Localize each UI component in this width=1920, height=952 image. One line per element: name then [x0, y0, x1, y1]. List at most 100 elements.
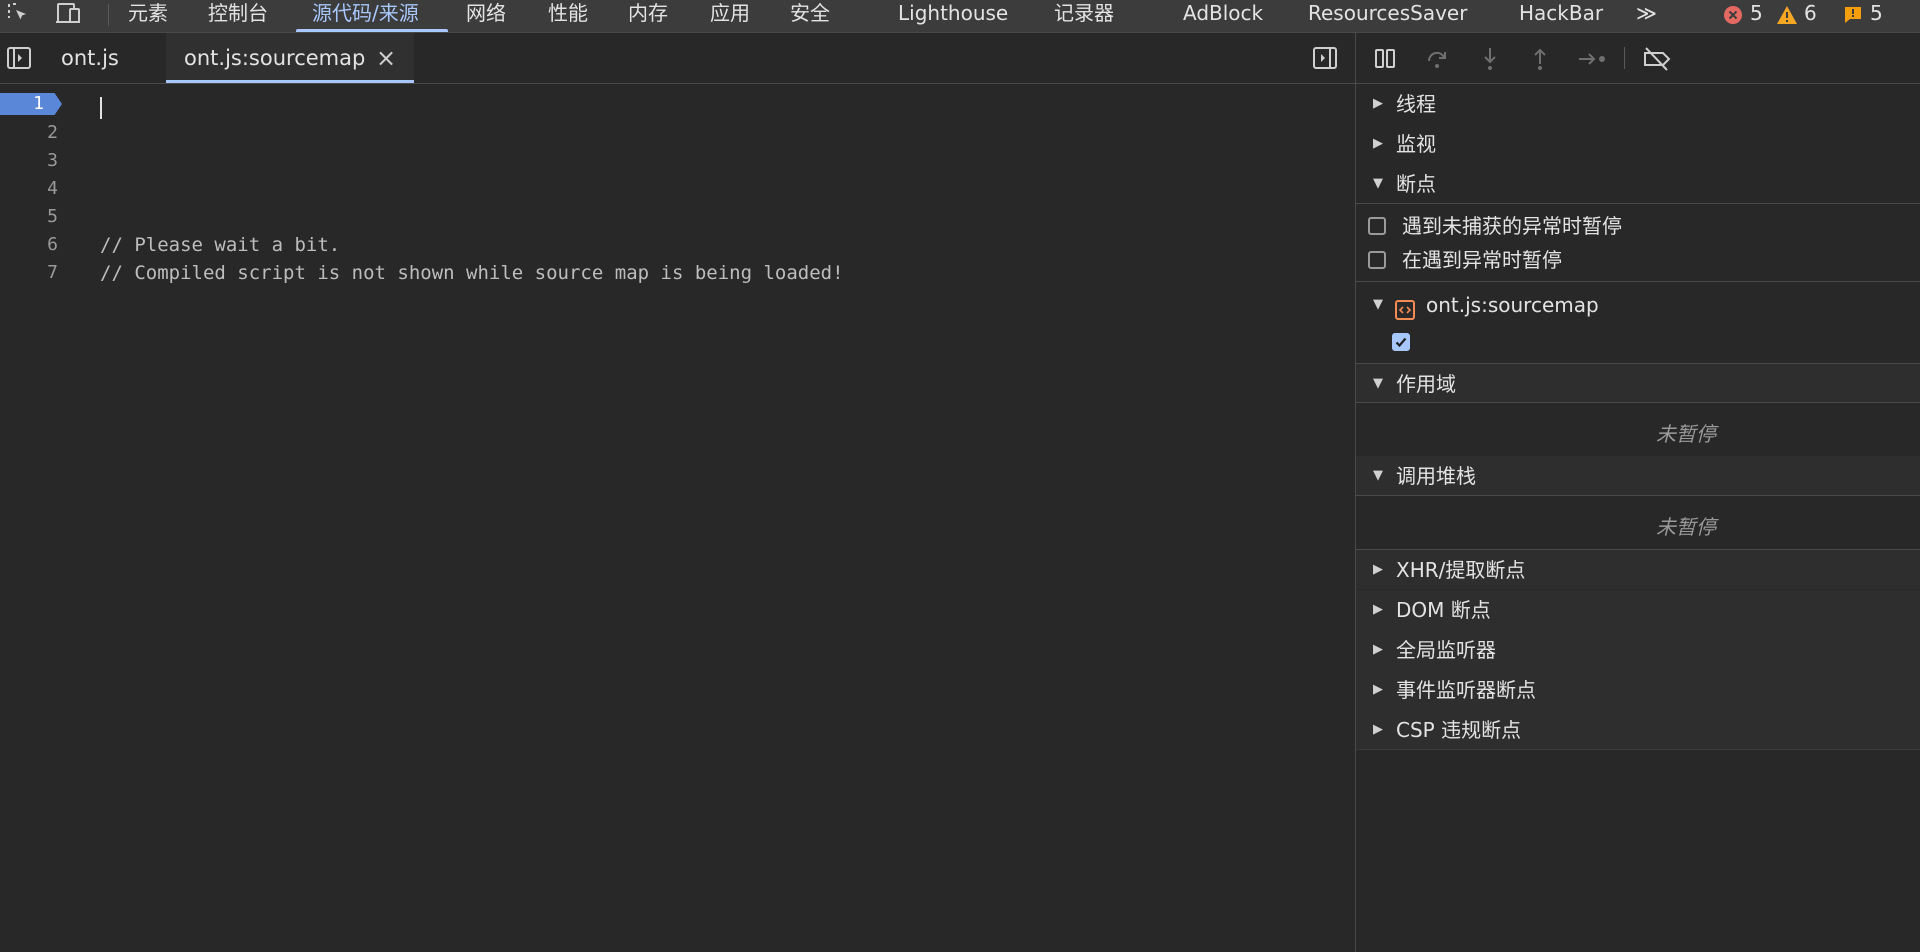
section-title: XHR/提取断点	[1396, 558, 1526, 582]
tab-network[interactable]: 网络	[466, 0, 506, 32]
pause-caught-checkbox[interactable]	[1368, 251, 1386, 269]
section-threads[interactable]: ▶ 线程	[1356, 84, 1920, 124]
issue-count-badge[interactable]: 5	[1842, 0, 1892, 28]
pause-uncaught-checkbox[interactable]	[1368, 217, 1386, 235]
expand-arrow-icon: ▶	[1373, 136, 1383, 151]
toolbar-separator	[1624, 47, 1625, 69]
line-number[interactable]: 2	[0, 119, 58, 147]
line-number[interactable]: 7	[0, 259, 58, 287]
toggle-navigator-icon[interactable]	[6, 45, 36, 73]
file-tab-ont-js-sourcemap[interactable]: ont.js:sourcemap ×	[166, 33, 414, 83]
warning-count: 6	[1804, 1, 1817, 25]
line-number[interactable]: 5	[0, 203, 58, 231]
section-title: 全局监听器	[1396, 638, 1496, 662]
checkbox-label: 遇到未捕获的异常时暂停	[1402, 214, 1622, 238]
expand-arrow-icon: ▶	[1373, 602, 1383, 617]
close-tab-icon[interactable]: ×	[376, 33, 396, 83]
tab-hackbar[interactable]: HackBar	[1519, 0, 1603, 32]
section-title: DOM 断点	[1396, 598, 1491, 622]
device-toolbar-icon[interactable]	[54, 0, 84, 28]
file-tab-label: ont.js	[61, 46, 119, 70]
deactivate-breakpoints-icon[interactable]	[1640, 45, 1674, 73]
active-tab-indicator	[296, 29, 448, 32]
collapse-arrow-icon: ▼	[1373, 176, 1383, 191]
active-file-tab-indicator	[166, 80, 414, 83]
section-scope[interactable]: ▼ 作用域	[1356, 363, 1920, 403]
checkbox-label: 在遇到异常时暂停	[1402, 248, 1562, 272]
tab-sources[interactable]: 源代码/来源	[312, 0, 419, 32]
step-out-icon[interactable]	[1526, 45, 1554, 73]
issue-count: 5	[1870, 1, 1883, 25]
code-line: // Compiled script is not shown while so…	[100, 262, 844, 284]
section-title: CSP 违规断点	[1396, 718, 1522, 742]
section-title: 线程	[1396, 92, 1436, 116]
pause-uncaught-option[interactable]: 遇到未捕获的异常时暂停	[1368, 210, 1622, 242]
tab-elements[interactable]: 元素	[128, 0, 168, 32]
divider	[1356, 281, 1920, 282]
line-number[interactable]: 4	[0, 175, 58, 203]
expand-arrow-icon: ▶	[1373, 96, 1383, 111]
file-tab-ont-js[interactable]: ont.js	[44, 33, 164, 83]
error-count: 5	[1750, 1, 1763, 25]
tab-application[interactable]: 应用	[710, 0, 750, 32]
tab-lighthouse[interactable]: Lighthouse	[898, 0, 1008, 32]
expand-arrow-icon: ▶	[1373, 562, 1383, 577]
file-tab-label: ont.js:sourcemap	[184, 46, 366, 70]
breakpoint-file-group[interactable]: ▼ ont.js:sourcemap	[1356, 285, 1599, 325]
collapse-arrow-icon: ▼	[1373, 376, 1383, 391]
tab-console[interactable]: 控制台	[208, 0, 268, 32]
toolbar-separator	[108, 4, 109, 26]
line-number[interactable]: 3	[0, 147, 58, 175]
error-count-badge[interactable]: 5	[1722, 0, 1772, 28]
collapse-arrow-icon: ▼	[1373, 468, 1383, 483]
step-into-icon[interactable]	[1476, 45, 1504, 73]
tab-adblock[interactable]: AdBlock	[1183, 0, 1263, 32]
section-title: 监视	[1396, 132, 1436, 156]
devtools-toolbar: 元素 控制台 源代码/来源 网络 性能 内存 应用 安全 Lighthouse …	[0, 0, 1920, 33]
breakpoint-entry[interactable]	[1392, 326, 1426, 358]
warning-icon	[1777, 6, 1797, 24]
tab-memory[interactable]: 内存	[628, 0, 668, 32]
code-editor[interactable]: 1 2 3 4 5 6 7 // Please wait a bit. // C…	[0, 84, 1355, 952]
section-breakpoints[interactable]: ▼ 断点	[1356, 164, 1920, 204]
pause-caught-option[interactable]: 在遇到异常时暂停	[1368, 244, 1562, 276]
section-xhr-breakpoints[interactable]: ▶ XHR/提取断点	[1356, 549, 1920, 589]
issue-icon	[1845, 7, 1861, 23]
tab-resourcessaver[interactable]: ResourcesSaver	[1308, 0, 1467, 32]
text-cursor	[100, 97, 102, 119]
expand-arrow-icon: ▶	[1373, 682, 1383, 697]
tab-security[interactable]: 安全	[790, 0, 830, 32]
section-title: 事件监听器断点	[1396, 678, 1536, 702]
tab-recorder[interactable]: 记录器	[1054, 0, 1114, 32]
tab-performance[interactable]: 性能	[548, 0, 588, 32]
more-tabs-button[interactable]: ≫	[1636, 0, 1657, 32]
section-global-listeners[interactable]: ▶ 全局监听器	[1356, 630, 1920, 670]
expand-arrow-icon: ▶	[1373, 642, 1383, 657]
debugger-sidebar: ▶ 线程 ▶ 监视 ▼ 断点 遇到未捕获的异常时暂停 在遇到异常时暂停 ▼ on…	[1356, 33, 1920, 952]
section-dom-breakpoints[interactable]: ▶ DOM 断点	[1356, 590, 1920, 630]
inspect-element-icon[interactable]	[4, 0, 34, 28]
section-call-stack[interactable]: ▼ 调用堆栈	[1356, 456, 1920, 496]
collapse-arrow-icon: ▼	[1373, 297, 1383, 312]
editor-tab-bar: ont.js ont.js:sourcemap ×	[0, 33, 1355, 84]
section-csp-breakpoints[interactable]: ▶ CSP 违规断点	[1356, 710, 1920, 750]
section-title: 作用域	[1396, 372, 1456, 396]
error-icon	[1724, 6, 1742, 24]
expand-arrow-icon: ▶	[1373, 722, 1383, 737]
step-icon[interactable]	[1576, 45, 1610, 73]
breakpoint-enabled-checkbox[interactable]	[1392, 333, 1410, 351]
step-over-icon[interactable]	[1424, 45, 1452, 73]
callstack-empty-message: 未暂停	[1656, 515, 1716, 539]
line-number-active[interactable]: 1	[0, 93, 62, 115]
section-title: 调用堆栈	[1396, 464, 1476, 488]
toggle-debugger-sidebar-icon[interactable]	[1312, 45, 1342, 73]
section-event-listener-breakpoints[interactable]: ▶ 事件监听器断点	[1356, 670, 1920, 710]
line-number[interactable]: 6	[0, 231, 58, 259]
section-watch[interactable]: ▶ 监视	[1356, 124, 1920, 164]
section-title: 断点	[1396, 172, 1436, 196]
debugger-toolbar	[1356, 33, 1920, 84]
breakpoint-file-name: ont.js:sourcemap	[1426, 293, 1599, 317]
warning-count-badge[interactable]: 6	[1776, 0, 1826, 28]
pause-icon[interactable]	[1372, 45, 1400, 73]
code-line: // Please wait a bit.	[100, 234, 341, 256]
